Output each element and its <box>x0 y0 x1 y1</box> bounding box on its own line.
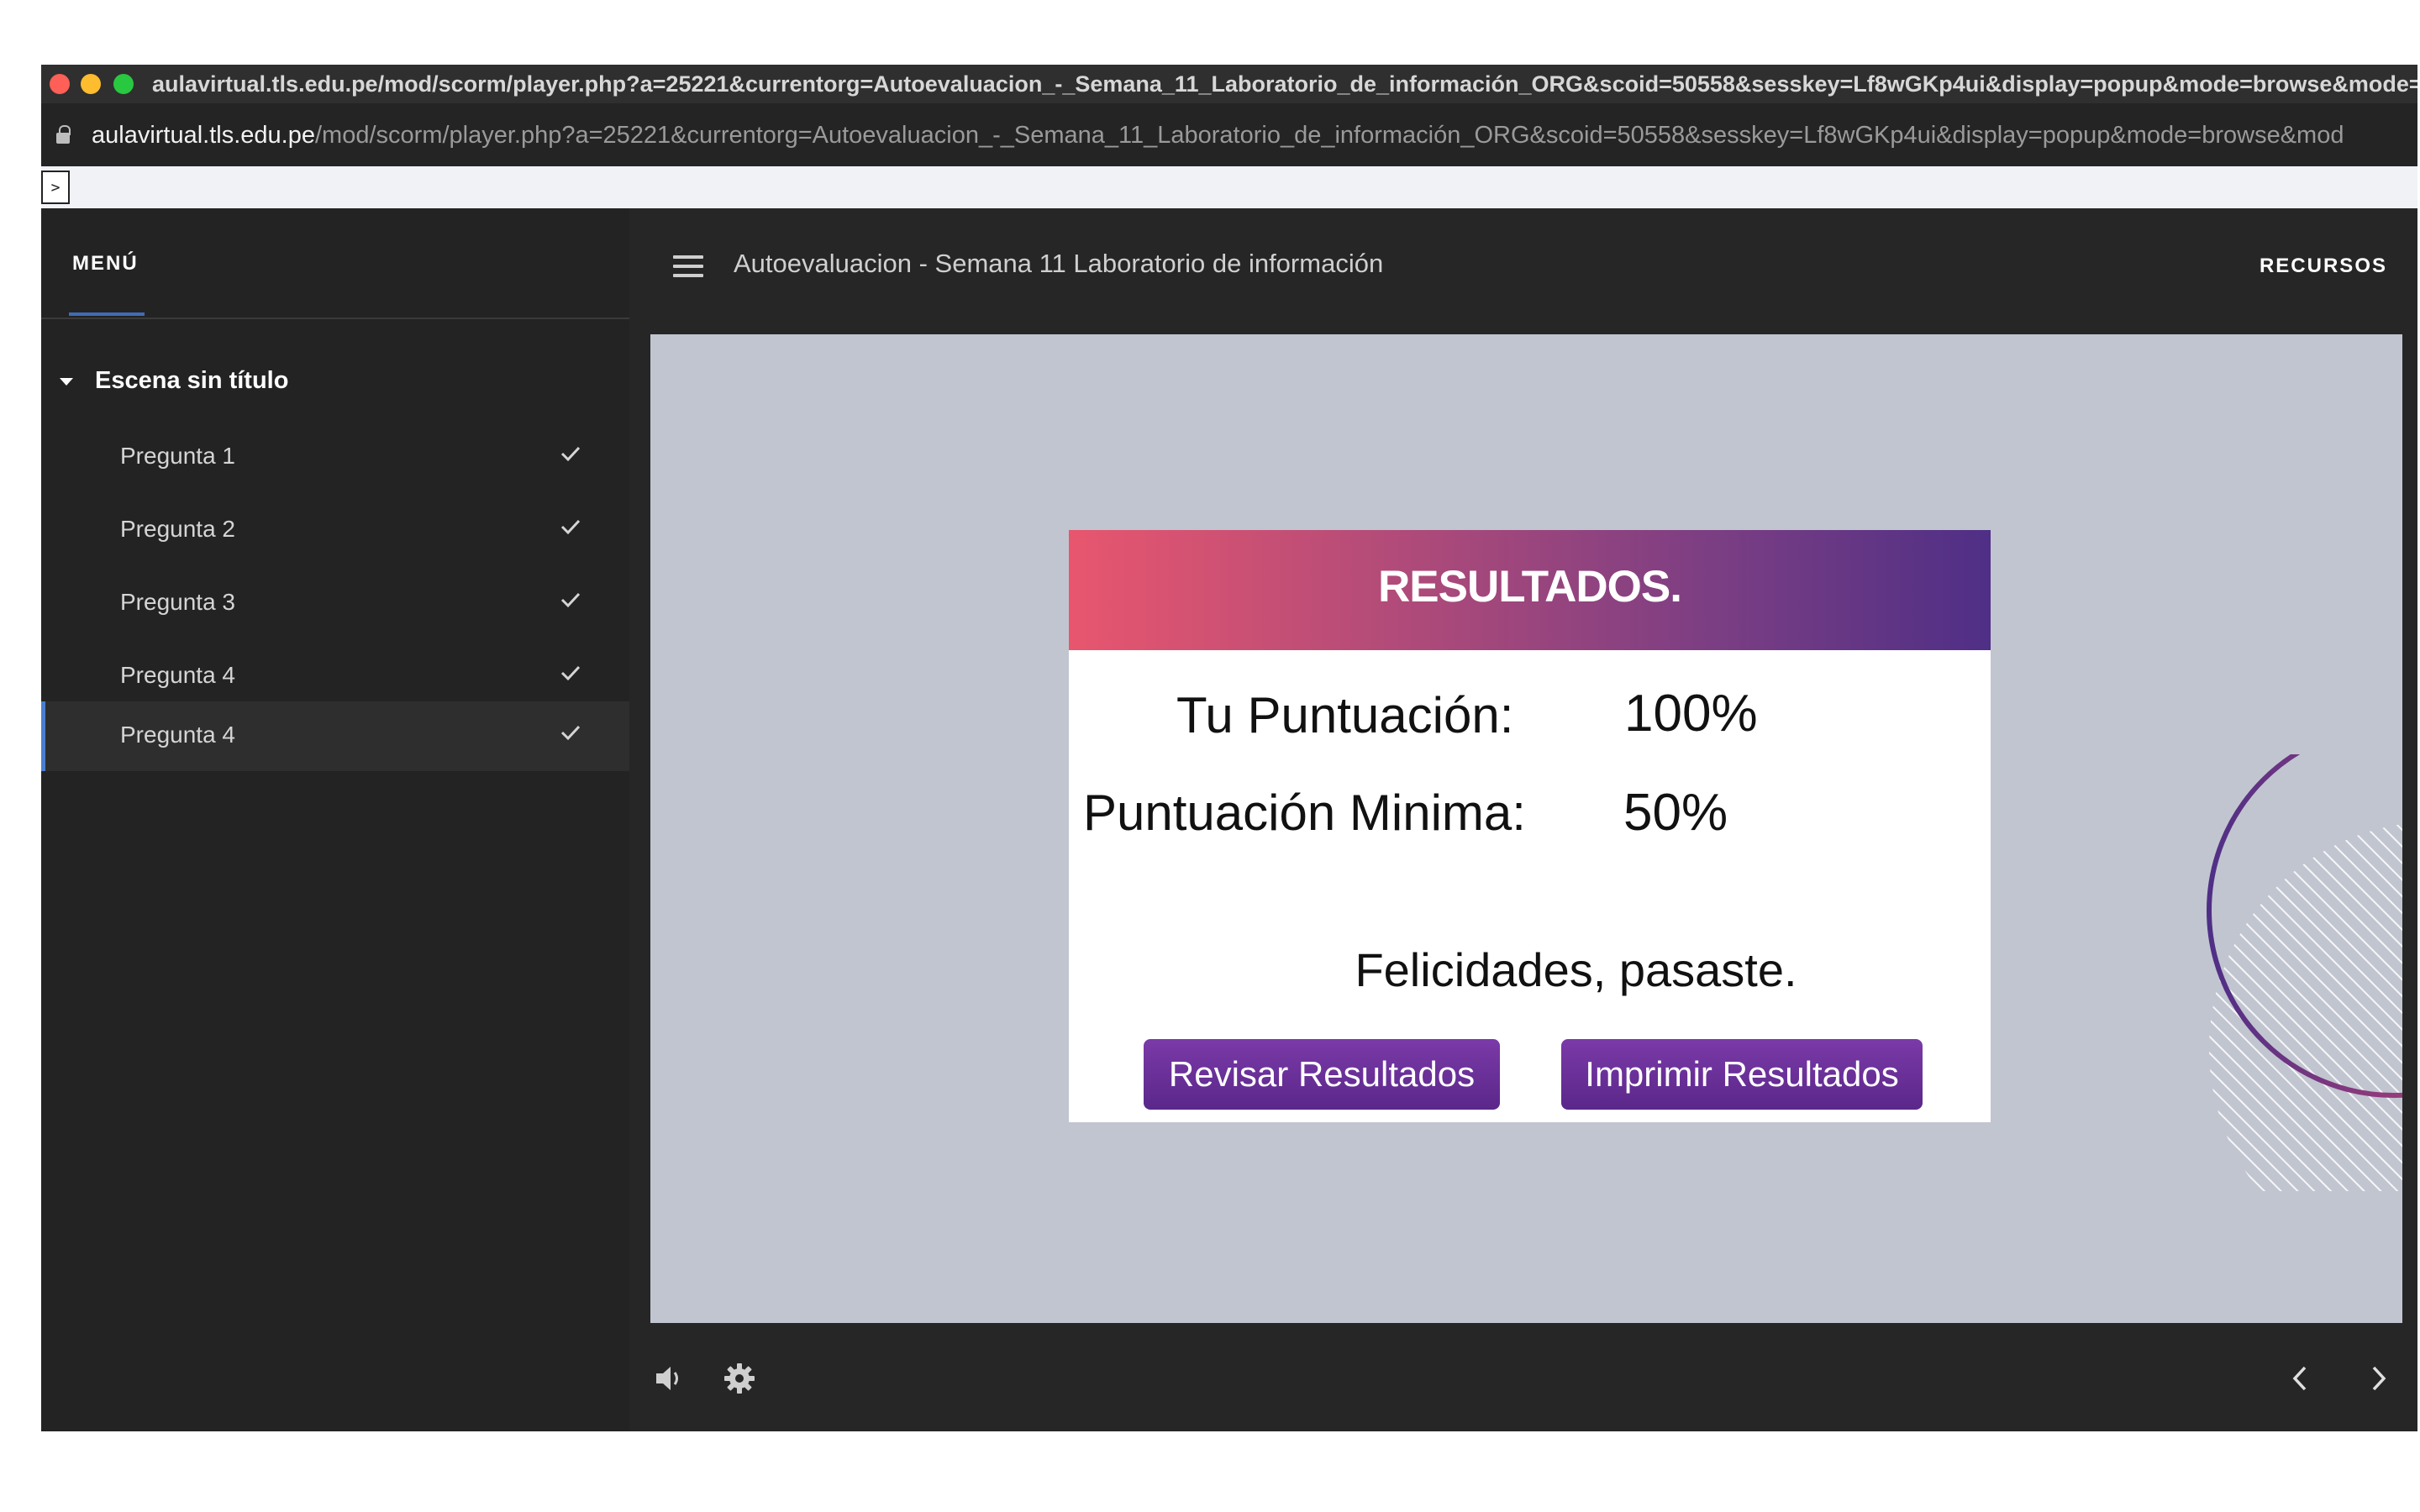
check-icon <box>560 592 581 608</box>
debug-bar: > <box>41 166 2417 208</box>
sidebar-item-pregunta-2[interactable]: Pregunta 2 <box>41 496 629 565</box>
decorative-circle-graphic <box>2207 754 2402 1191</box>
check-icon <box>560 725 581 741</box>
check-icon <box>560 665 581 681</box>
window-title: aulavirtual.tls.edu.pe/mod/scorm/player.… <box>152 71 2417 97</box>
sidebar: MENÚ Escena sin título Pregunta 1 Pregun… <box>41 208 629 1431</box>
sidebar-item-pregunta-3[interactable]: Pregunta 3 <box>41 569 629 638</box>
volume-icon[interactable] <box>655 1363 687 1394</box>
minimize-window-button[interactable] <box>81 74 101 94</box>
url-path: /mod/scorm/player.php?a=25221&currentorg… <box>315 122 2344 149</box>
results-header: RESULTADOS. <box>1069 530 1991 650</box>
close-window-button[interactable] <box>50 74 70 94</box>
review-results-button[interactable]: Revisar Resultados <box>1144 1039 1500 1110</box>
toggle-button[interactable]: > <box>41 171 70 204</box>
chevron-right-icon[interactable] <box>2363 1362 2393 1394</box>
score-value: 100% <box>1624 685 1758 743</box>
sidebar-item-pregunta-4-active[interactable]: Pregunta 4 <box>41 701 629 771</box>
sidebar-item-label: Pregunta 4 <box>120 662 235 688</box>
scene-toggle[interactable]: Escena sin título <box>41 355 629 406</box>
url-text[interactable]: aulavirtual.tls.edu.pe/mod/scorm/player.… <box>92 122 2344 149</box>
sidebar-item-pregunta-1[interactable]: Pregunta 1 <box>41 423 629 492</box>
print-results-button[interactable]: Imprimir Resultados <box>1561 1039 1923 1110</box>
url-host: aulavirtual.tls.edu.pe <box>92 122 315 149</box>
chevron-left-icon[interactable] <box>2286 1362 2316 1394</box>
sidebar-item-label: Pregunta 3 <box>120 589 235 615</box>
tab-menu-indicator <box>69 312 145 316</box>
address-bar[interactable]: aulavirtual.tls.edu.pe/mod/scorm/player.… <box>41 103 2417 166</box>
slide-stage: RESULTADOS. Tu Puntuación: 100% Puntuaci… <box>650 334 2402 1323</box>
scorm-player: MENÚ Escena sin título Pregunta 1 Pregun… <box>41 208 2417 1431</box>
resources-button[interactable]: RECURSOS <box>2260 255 2387 278</box>
sidebar-header: MENÚ <box>41 208 629 319</box>
sidebar-item-label: Pregunta 1 <box>120 443 235 469</box>
scene-label: Escena sin título <box>95 367 289 394</box>
lock-icon <box>56 125 71 144</box>
player-header: Autoevaluacion - Semana 11 Laboratorio d… <box>629 208 2417 334</box>
pass-message: Felicidades, pasaste. <box>1355 943 1797 996</box>
player-controls <box>629 1323 2417 1431</box>
sidebar-item-label: Pregunta 2 <box>120 516 235 542</box>
sidebar-item-label: Pregunta 4 <box>120 722 235 748</box>
check-icon <box>560 446 581 462</box>
window-titlebar: aulavirtual.tls.edu.pe/mod/scorm/player.… <box>41 65 2417 103</box>
results-title: RESULTADOS. <box>1378 562 1682 612</box>
min-score-value: 50% <box>1623 784 1728 842</box>
caret-down-icon <box>60 378 73 386</box>
maximize-window-button[interactable] <box>113 74 134 94</box>
check-icon <box>560 519 581 535</box>
score-label: Tu Puntuación: <box>1176 687 1514 743</box>
course-title: Autoevaluacion - Semana 11 Laboratorio d… <box>734 249 1384 278</box>
min-score-label: Puntuación Minima: <box>1083 785 1526 841</box>
results-card: RESULTADOS. Tu Puntuación: 100% Puntuaci… <box>1069 530 1991 1122</box>
tab-menu[interactable]: MENÚ <box>72 252 139 276</box>
settings-icon[interactable] <box>723 1362 755 1394</box>
hamburger-icon[interactable] <box>673 255 703 277</box>
